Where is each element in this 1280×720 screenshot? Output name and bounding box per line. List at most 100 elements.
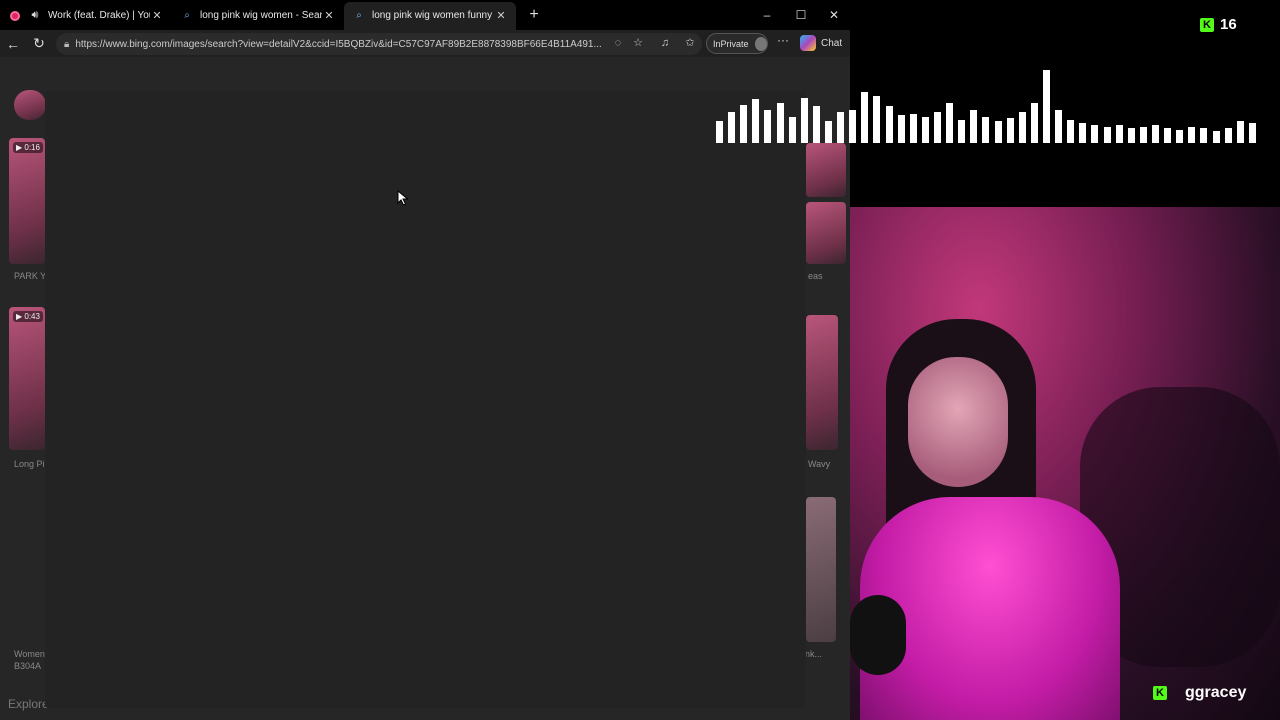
video-duration-badge: ▶ 0:16 [13, 142, 43, 153]
visualizer-bar [1176, 130, 1183, 143]
avatar [754, 36, 767, 51]
visualizer-bar [1188, 127, 1195, 143]
visualizer-bar [1079, 123, 1086, 143]
result-caption[interactable]: Women [14, 649, 45, 659]
chat-button[interactable]: Chat [800, 33, 842, 53]
speaker-icon[interactable]: 🔊︎ [28, 9, 42, 23]
visualizer-bar [1237, 121, 1244, 143]
visualizer-bar [1019, 112, 1026, 143]
result-thumbnail[interactable] [806, 143, 846, 197]
audio-visualizer [716, 70, 1261, 143]
visualizer-bar [886, 106, 893, 143]
tab-search-2[interactable]: ⌕ long pink wig women funny - Search ✕ [344, 1, 516, 30]
result-caption[interactable]: Long Pi [14, 459, 45, 469]
related-search-thumb[interactable] [14, 90, 46, 120]
visualizer-bar [982, 117, 989, 143]
close-icon[interactable]: ✕ [150, 9, 164, 22]
mouse-cursor-icon [397, 190, 409, 206]
microphone-icon [850, 595, 906, 675]
streamer-name: ggracey [1185, 684, 1247, 701]
favorite-star-icon[interactable]: ☆ [630, 35, 646, 51]
refresh-button[interactable]: ↻ [26, 31, 52, 57]
visualizer-bar [1031, 103, 1038, 143]
copilot-icon [800, 35, 816, 51]
result-caption[interactable]: Wavy [808, 459, 830, 469]
video-duration-badge: ▶ 0:43 [13, 311, 43, 322]
visualizer-bar [995, 121, 1002, 143]
visualizer-bar [1213, 131, 1220, 143]
visualizer-bar [1007, 118, 1014, 143]
tab-search-1[interactable]: ⌕ long pink wig women - Search ✕ [172, 2, 344, 30]
visualizer-bar [789, 117, 796, 143]
streamer-face [908, 357, 1008, 487]
visualizer-bar [825, 121, 832, 143]
kick-logo-icon: K [1153, 686, 1167, 700]
visualizer-bar [764, 110, 771, 143]
visualizer-bar [1116, 125, 1123, 143]
close-icon[interactable]: ✕ [322, 9, 336, 22]
result-caption: B304A [14, 661, 42, 671]
back-button[interactable]: ← [0, 31, 26, 57]
visualizer-bar [1043, 70, 1050, 143]
visualizer-bar [813, 106, 820, 143]
tab-bar: 🔊︎ Work (feat. Drake) | YouTube Music ✕ … [0, 0, 850, 30]
visualizer-bar [716, 121, 723, 143]
result-thumbnail[interactable]: ▶ 0:16 [9, 138, 45, 264]
close-icon[interactable]: ✕ [494, 9, 508, 22]
visualizer-bar [740, 105, 747, 143]
minimize-button[interactable]: – [750, 0, 784, 30]
read-aloud-icon[interactable]: ♫ [657, 35, 673, 51]
tab-title: Work (feat. Drake) | YouTube Music [48, 10, 150, 21]
image-detail-modal[interactable] [45, 91, 806, 708]
refresh-icon: ↻ [33, 35, 45, 51]
favorites-icon[interactable]: ✩ [682, 35, 698, 51]
result-thumbnail[interactable] [806, 202, 846, 264]
youtube-music-icon [8, 9, 22, 23]
bing-search-icon: ⌕ [356, 10, 362, 21]
close-window-button[interactable]: ✕ [817, 0, 850, 30]
visualizer-bar [970, 110, 977, 143]
result-caption[interactable]: PARK Y [14, 271, 46, 281]
url-field[interactable]: 🔒︎ https://www.bing.com/images/search?vi… [56, 33, 702, 55]
more-button[interactable]: ··· [774, 33, 792, 53]
visualizer-bar [910, 114, 917, 143]
visualizer-bar [873, 96, 880, 143]
visualizer-bar [1128, 128, 1135, 143]
result-caption[interactable]: eas [808, 271, 823, 281]
maximize-button[interactable]: ☐ [784, 0, 818, 30]
inprivate-button[interactable]: InPrivate [706, 33, 768, 54]
visualizer-bar [1152, 125, 1159, 143]
visualizer-bar [934, 112, 941, 143]
bing-search-icon: ⌕ [184, 10, 190, 21]
visualizer-bar [1164, 128, 1171, 143]
visualizer-bar [1249, 123, 1256, 143]
lock-icon: 🔒︎ [64, 38, 70, 50]
tab-youtube-music[interactable]: 🔊︎ Work (feat. Drake) | YouTube Music ✕ [0, 2, 172, 30]
visualizer-bar [1067, 120, 1074, 143]
visualizer-bar [777, 103, 784, 143]
tab-title: long pink wig women - Search [200, 10, 322, 21]
tracking-prevention-icon[interactable]: ◌ [610, 35, 626, 51]
visualizer-bar [1091, 125, 1098, 143]
visualizer-bar [752, 99, 759, 143]
kick-logo-icon: K [1200, 17, 1214, 32]
result-thumbnail[interactable] [806, 315, 838, 450]
webcam-feed [850, 207, 1280, 720]
explore-heading: Explore [8, 697, 49, 711]
result-thumbnail[interactable] [806, 497, 836, 642]
visualizer-bar [898, 115, 905, 143]
visualizer-bar [861, 92, 868, 143]
visualizer-bar [849, 110, 856, 143]
visualizer-bar [1225, 128, 1232, 143]
visualizer-bar [1200, 128, 1207, 143]
new-tab-button[interactable]: + [522, 6, 546, 24]
arrow-left-icon: ← [6, 35, 20, 52]
visualizer-bar [801, 98, 808, 143]
visualizer-bar [728, 112, 735, 143]
visualizer-bar [946, 103, 953, 143]
visualizer-bar [837, 112, 844, 143]
inprivate-label: InPrivate [713, 38, 749, 49]
streamer-nameplate: K ggracey [1153, 684, 1246, 702]
visualizer-bar [1140, 127, 1147, 143]
result-thumbnail[interactable]: ▶ 0:43 [9, 307, 45, 450]
